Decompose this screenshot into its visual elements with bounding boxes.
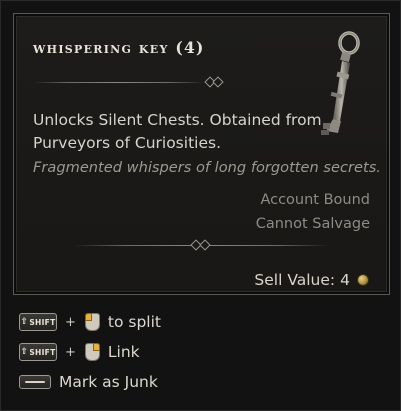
shift-key-icon: ⇧ SHIFT xyxy=(19,313,57,331)
cannot-salvage-label: Cannot Salvage xyxy=(255,216,370,232)
gold-coin-icon xyxy=(358,275,368,285)
sell-value: Sell Value: 4 xyxy=(254,271,368,289)
item-name: Whispering Key (4) xyxy=(33,38,205,57)
plus-sign: + xyxy=(65,314,76,330)
item-panel: Whispering Key (4) Unloc xyxy=(13,13,390,295)
split-hint: ⇧ SHIFT + to split xyxy=(19,311,161,333)
footer-divider xyxy=(74,239,329,251)
junk-hint: Mark as Junk xyxy=(19,371,158,393)
left-click-icon xyxy=(84,312,102,332)
sell-value-amount: 4 xyxy=(340,271,350,289)
shift-key-icon: ⇧ SHIFT xyxy=(19,343,57,361)
sell-value-label: Sell Value: xyxy=(254,271,336,289)
split-hint-label: to split xyxy=(107,313,161,331)
spacebar-icon xyxy=(19,375,51,389)
item-flavor-text: Fragmented whispers of long forgotten se… xyxy=(33,159,381,176)
link-hint: ⇧ SHIFT + Link xyxy=(19,341,140,363)
right-click-icon xyxy=(84,342,102,362)
plus-sign: + xyxy=(65,344,76,360)
account-bound-label: Account Bound xyxy=(260,192,370,208)
item-description: Unlocks Silent Chests. Obtained from Pur… xyxy=(33,111,322,152)
link-hint-label: Link xyxy=(107,343,140,361)
item-tooltip: Whispering Key (4) Unloc xyxy=(0,0,401,411)
header-divider xyxy=(33,76,224,88)
junk-hint-label: Mark as Junk xyxy=(59,373,158,391)
